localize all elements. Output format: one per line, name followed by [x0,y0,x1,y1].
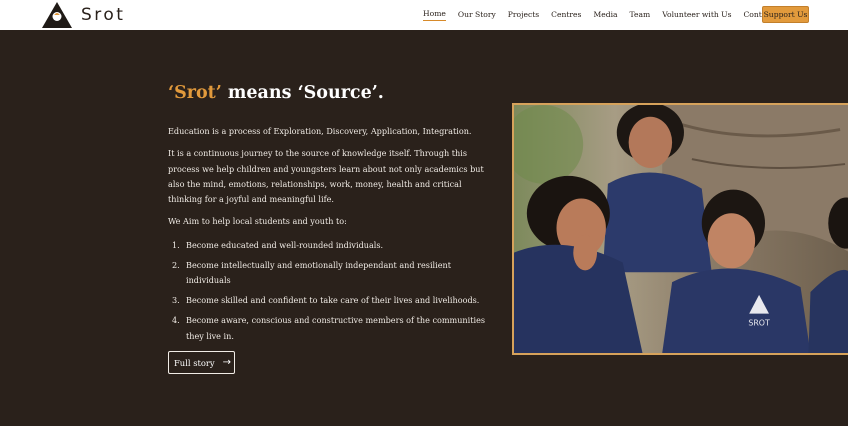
shirt-logo-text: SROT [748,318,770,327]
list-text: Become intellectually and emotionally in… [186,259,451,286]
list-number: 3. [172,295,180,306]
headline-accent: ‘Srot’ [168,83,222,103]
list-text: Become educated and well-rounded individ… [186,239,384,250]
brand-name: Srot [81,5,126,25]
list-text: Become aware, conscious and constructive… [186,315,486,341]
journey-paragraph: It is a continuous journey to the source… [168,148,484,205]
list-item: 1. Become educated and well-rounded indiv… [168,238,498,253]
list-item: 3. Become skilled and confident to take c… [168,293,498,308]
full-story-label: Full story [174,357,215,368]
nav-projects[interactable]: Projects [508,10,539,20]
list-number: 2. [172,259,180,270]
list-number: 1. [172,239,180,250]
main-menu: Home Our Story Projects Centres Media Te… [423,0,798,30]
support-button[interactable]: Support Us [762,6,809,23]
logo-triangle-icon [41,1,73,29]
page-title: ‘Srot’ means ‘Source’. [168,82,498,104]
nav-media[interactable]: Media [593,10,617,20]
intro-paragraph: Education is a process of Exploration, D… [168,126,472,136]
list-item: 4. Become aware, conscious and constructi… [168,313,498,344]
list-number: 4. [172,315,180,326]
nav-volunteer[interactable]: Volunteer with Us [662,10,731,20]
top-nav: Srot Home Our Story Projects Centres Med… [0,0,848,30]
headline-rest: means ‘Source’. [221,83,384,103]
brand-logo[interactable]: Srot [41,1,125,29]
hero-photo: SROT [512,103,848,355]
list-text: Become skilled and confident to take car… [186,295,480,306]
nav-home[interactable]: Home [423,9,446,21]
nav-centres[interactable]: Centres [551,10,581,20]
arrow-right-icon: → [222,357,232,368]
full-story-button[interactable]: Full story → [168,351,235,374]
nav-our-story[interactable]: Our Story [458,10,496,20]
aim-intro: We Aim to help local students and youth … [168,216,347,227]
hero-content: ‘Srot’ means ‘Source’. Education is a pr… [168,82,498,349]
nav-team[interactable]: Team [630,10,651,20]
list-item: 2. Become intellectually and emotionally … [168,258,498,289]
aims-list: 1. Become educated and well-rounded indiv… [168,238,498,344]
